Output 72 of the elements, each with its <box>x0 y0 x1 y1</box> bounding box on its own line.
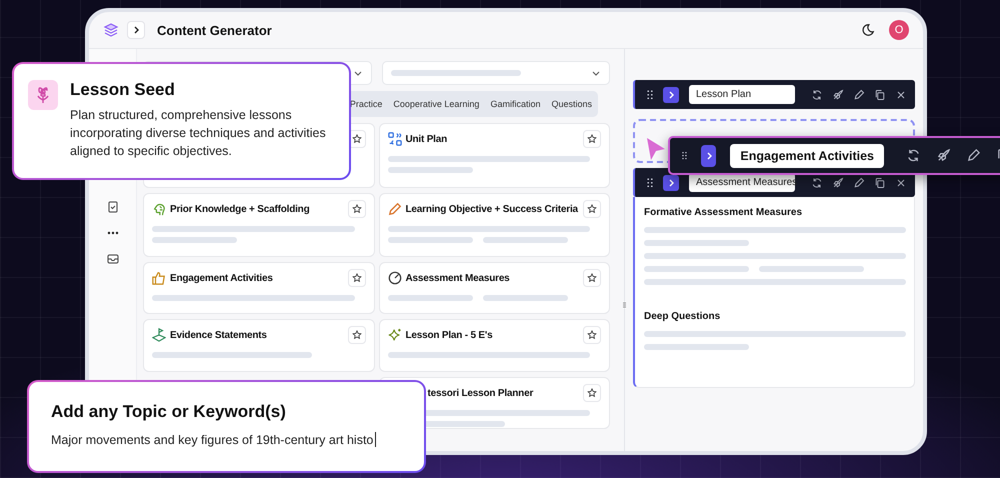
star-button[interactable] <box>348 200 366 218</box>
rocket-icon[interactable] <box>936 148 951 163</box>
tool-card[interactable]: Lesson Plan - 5 E's <box>378 319 610 372</box>
drag-handle-icon[interactable] <box>647 178 653 188</box>
refresh-icon[interactable] <box>811 176 823 188</box>
squares-arrows-icon <box>388 132 402 146</box>
block-title-field[interactable]: Engagement Activities <box>730 144 884 168</box>
close-icon[interactable] <box>895 88 907 100</box>
copy-icon[interactable] <box>874 176 886 188</box>
flower-icon <box>28 80 58 110</box>
pencil-icon[interactable] <box>853 88 865 100</box>
star-button[interactable] <box>583 269 601 287</box>
pencil-icon[interactable] <box>966 148 981 163</box>
tab[interactable]: Questions <box>551 96 592 112</box>
tool-title: Learning Objective + Success Criteria <box>406 204 579 214</box>
card-title: Lesson Seed <box>70 80 176 100</box>
tool-card[interactable]: Prior Knowledge + Scaffolding <box>143 193 374 257</box>
section-heading: Formative Assessment Measures <box>644 207 804 218</box>
sparkle-icon <box>388 328 402 342</box>
tool-title: Prior Knowledge + Scaffolding <box>170 204 310 214</box>
drag-handle-icon[interactable] <box>647 90 653 100</box>
tool-card[interactable]: Evidence Statements <box>143 319 374 372</box>
rocket-icon[interactable] <box>832 176 844 188</box>
card-description: Plan structured, comprehensive lessons incorporating diverse techniques and activities aligned to specific objectives. <box>70 107 327 160</box>
sidebar-toggle-button[interactable] <box>127 21 145 39</box>
star-button[interactable] <box>348 326 366 344</box>
expand-button[interactable] <box>700 144 716 166</box>
moon-icon[interactable] <box>861 23 875 37</box>
drag-handle-icon[interactable] <box>682 150 687 162</box>
copy-icon[interactable] <box>874 88 886 100</box>
tool-title: tessori Lesson Planner <box>426 388 534 398</box>
tool-card[interactable]: Learning Objective + Success Criteria <box>378 193 610 257</box>
tab[interactable]: Gamification <box>490 96 540 112</box>
star-button[interactable] <box>583 384 601 402</box>
tool-card[interactable]: Unit Plan <box>378 123 610 188</box>
cursor-arrow-icon <box>646 137 666 161</box>
tool-title: Engagement Activities <box>170 272 274 284</box>
star-button[interactable] <box>583 326 601 344</box>
expand-button[interactable] <box>663 86 679 102</box>
expand-button[interactable] <box>663 174 679 190</box>
rocket-icon[interactable] <box>832 88 844 100</box>
section-heading: Deep Questions <box>644 311 722 322</box>
tool-title: Assessment Measures <box>406 272 511 284</box>
card-title: Add any Topic or Keyword(s) <box>51 402 287 422</box>
tool-card[interactable]: Assessment Measures <box>378 262 610 314</box>
star-button[interactable] <box>348 269 366 287</box>
logo-icon[interactable] <box>103 22 119 38</box>
refresh-icon[interactable] <box>811 88 823 100</box>
star-button[interactable] <box>583 200 601 218</box>
checklist-icon[interactable] <box>106 201 118 213</box>
page-title: Content Generator <box>157 22 273 38</box>
star-button[interactable] <box>583 130 601 148</box>
pencil-icon <box>388 202 402 216</box>
tool-title: Evidence Statements <box>170 330 268 340</box>
tool-card[interactable]: Engagement Activities <box>143 262 374 314</box>
tool-title: Unit Plan <box>406 134 448 144</box>
dragged-block-tooltip[interactable]: Engagement Activities <box>668 136 1000 175</box>
inbox-icon[interactable] <box>106 253 118 265</box>
close-icon[interactable] <box>895 176 907 188</box>
thumbs-up-icon <box>152 271 166 285</box>
flag-icon <box>152 328 166 342</box>
block-title-field[interactable]: Lesson Plan <box>689 85 795 104</box>
gauge-icon <box>388 271 402 285</box>
tab[interactable]: Cooperative Learning <box>393 96 480 112</box>
refresh-icon[interactable] <box>906 148 921 163</box>
avatar[interactable]: O <box>889 20 909 40</box>
head-icon <box>152 202 166 216</box>
pencil-icon[interactable] <box>853 176 865 188</box>
resize-handle-icon[interactable] <box>622 301 627 309</box>
tab[interactable]: Practice <box>350 96 382 112</box>
topic-input-field[interactable]: Major movements and key figures of 19th-century art histo <box>51 432 402 447</box>
tool-title: Lesson Plan - 5 E's <box>406 330 494 340</box>
